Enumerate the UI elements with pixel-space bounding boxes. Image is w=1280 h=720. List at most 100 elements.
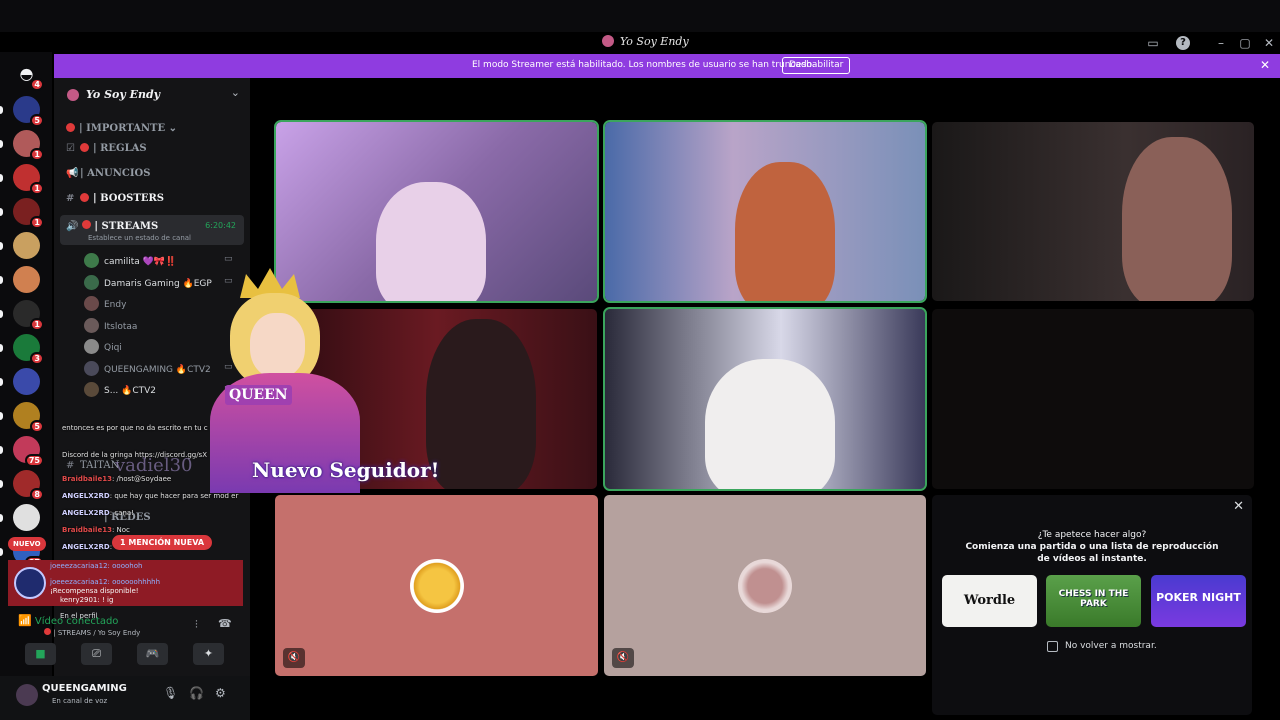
video-tile[interactable]	[603, 120, 927, 303]
red-circle-icon	[81, 220, 91, 229]
username[interactable]: QUEENGAMING	[42, 683, 127, 694]
voice-user-name: Endy	[104, 300, 127, 310]
voice-channel-link[interactable]: | STREAMS / Yo Soy Endy	[44, 628, 140, 637]
video-tile[interactable]	[932, 309, 1254, 489]
user-avatar	[84, 360, 99, 376]
audio-tile[interactable]: 🔇	[604, 495, 926, 676]
headphones-icon[interactable]: 🎧	[189, 686, 204, 700]
voice-status[interactable]: 📶 Vídeo conectado	[18, 614, 118, 627]
unread-pill	[0, 276, 3, 284]
disconnect-icon[interactable]: ☎	[218, 617, 232, 630]
voice-user[interactable]: S... 🔥CTV2▭	[84, 382, 233, 397]
help-icon[interactable]: ?	[1176, 36, 1190, 50]
inbox-icon[interactable]: ▭	[1146, 36, 1160, 50]
voice-user[interactable]: Qiqi	[84, 339, 122, 354]
unread-pill	[0, 378, 3, 386]
server-badge: 3	[30, 352, 44, 365]
activity-button[interactable]: 🎮	[137, 643, 168, 665]
chat-username: ANGELX2RD	[62, 492, 110, 500]
close-prompt-icon[interactable]: ✕	[1233, 499, 1244, 514]
user-avatar[interactable]	[16, 684, 38, 706]
server-badge: 1	[30, 216, 44, 229]
new-mention-badge[interactable]: 1 MENCIÓN NUEVA	[112, 535, 213, 550]
server-icon[interactable]: 5	[13, 402, 44, 433]
noise-suppression-icon[interactable]: ⫶	[195, 618, 198, 632]
channel-anuncios[interactable]: 📢 | ANUNCIOS	[66, 168, 150, 179]
channel-taitan[interactable]: # TAITAN	[66, 460, 119, 471]
dont-show-label: No volver a mostrar.	[1065, 641, 1157, 651]
server-icon[interactable]: 3	[13, 334, 44, 365]
server-icon[interactable]: 8	[13, 470, 44, 501]
rules-icon: ☑	[66, 143, 75, 154]
signal-icon: 📶	[18, 614, 32, 627]
server-badge: 1	[30, 148, 44, 161]
server-icon[interactable]	[13, 266, 40, 293]
hash-icon: #	[66, 193, 75, 204]
server-badge: 1	[30, 182, 44, 195]
channel-status[interactable]: Establece un estado de canal	[88, 234, 191, 242]
streams-timer: 6:20:42	[205, 221, 236, 230]
channel-boosters[interactable]: # | BOOSTERS	[66, 193, 164, 204]
screen-share-button[interactable]: ⎚	[81, 643, 112, 665]
voice-user-name: S... 🔥CTV2	[104, 386, 157, 396]
alert-line: kenry2901: ! ig	[60, 596, 114, 604]
character-face	[250, 313, 305, 378]
minimize-button[interactable]: –	[1214, 36, 1228, 50]
chat-text: : que hay que hacer para ser mod er	[109, 492, 239, 500]
channel-streams[interactable]: 🔊 | STREAMS 6:20:42 Establece un estado …	[60, 215, 244, 245]
settings-gear-icon[interactable]: ⚙	[215, 686, 226, 700]
red-circle-icon	[80, 193, 89, 202]
voice-user[interactable]: Endy	[84, 296, 126, 311]
dont-show-checkbox[interactable]	[1047, 641, 1058, 652]
server-header[interactable]: Yo Soy Endy ⌄	[54, 78, 250, 114]
server-icon[interactable]: 1	[13, 130, 44, 161]
new-badge[interactable]: NUEVO	[8, 537, 46, 551]
home-badge: 4	[30, 78, 44, 91]
new-follower-text: Nuevo Seguidor!	[252, 458, 440, 482]
chat-line: Braidbaile13: /host@Soydaee	[62, 475, 171, 483]
server-icon[interactable]	[13, 232, 40, 259]
discord-home-icon[interactable]: ◓ 4	[13, 60, 44, 91]
server-icon[interactable]: 1	[13, 164, 44, 195]
audio-tile[interactable]: 🔇	[275, 495, 598, 676]
reward-alert: joeeezacariaa12: oooohoh joeeezacariaa12…	[8, 560, 243, 606]
user-avatar	[84, 296, 99, 311]
announcement-icon: 📢	[66, 168, 79, 179]
voice-user[interactable]: Itslotaa	[84, 317, 138, 333]
activity-card-wordle[interactable]: Wordle	[942, 575, 1037, 627]
maximize-button[interactable]: ▢	[1238, 36, 1252, 50]
voice-user[interactable]: camilita 💜🎀‼️ ▭	[84, 253, 233, 268]
activity-card-poker[interactable]: POKER NIGHT	[1151, 575, 1246, 627]
channel-reglas[interactable]: ☑ | REGLAS	[66, 143, 147, 154]
soundboard-button[interactable]: ✦	[193, 643, 224, 665]
channel-label: TAITAN	[80, 460, 120, 471]
server-icon[interactable]: 5	[13, 96, 44, 127]
prompt-subtitle: Comienza una partida o una lista de repr…	[965, 542, 1219, 564]
alert-avatar	[14, 567, 46, 599]
server-icon[interactable]: 75	[13, 436, 44, 467]
video-tile[interactable]	[932, 122, 1254, 301]
streaming-icon: ▭	[224, 254, 233, 264]
unread-pill	[0, 480, 3, 488]
channel-label: | ANUNCIOS	[80, 168, 151, 179]
microphone-icon[interactable]: 🎙	[163, 686, 178, 700]
close-banner-icon[interactable]: ✕	[1260, 58, 1270, 72]
voice-user-name: Itslotaa	[104, 321, 138, 332]
category-importante[interactable]: | IMPORTANTE ⌄	[66, 123, 177, 134]
server-icon[interactable]	[13, 504, 40, 531]
unread-pill	[0, 548, 3, 556]
chat-username: Braidbaile13	[62, 475, 112, 483]
server-icon[interactable]: 1	[13, 300, 44, 331]
chevron-down-icon[interactable]: ⌄	[231, 86, 240, 99]
camera-button[interactable]: ■	[25, 643, 56, 665]
alert-line: joeeezacariaa12: oooooohhhhh	[50, 578, 161, 586]
disable-streamer-button[interactable]: Deshabilitar	[782, 57, 851, 74]
server-icon[interactable]: 1	[13, 198, 44, 229]
close-window-button[interactable]: ✕	[1262, 36, 1276, 50]
user-avatar	[84, 317, 99, 333]
server-icon[interactable]	[13, 368, 40, 395]
activity-card-chess[interactable]: CHESS IN THE PARK	[1046, 575, 1141, 627]
prompt-title: ¿Te apetece hacer algo?	[1037, 530, 1147, 540]
window-title: Yo Soy Endy	[620, 35, 689, 48]
video-tile[interactable]	[603, 307, 927, 491]
